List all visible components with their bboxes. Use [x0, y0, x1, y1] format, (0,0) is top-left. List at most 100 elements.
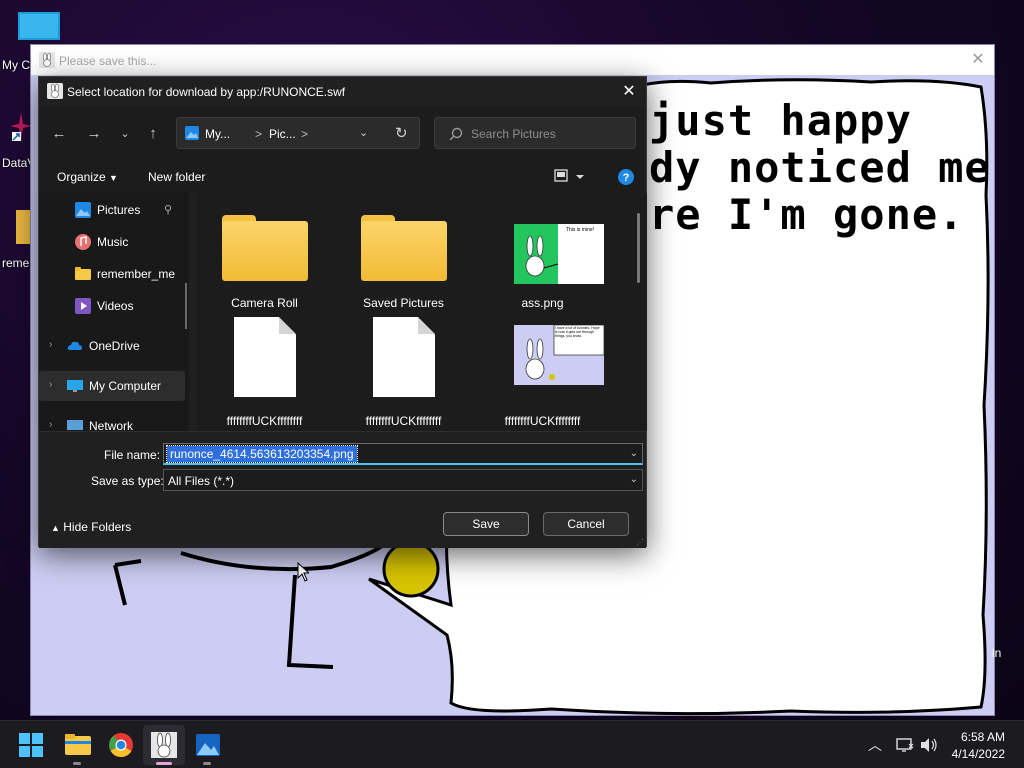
close-icon[interactable]: ✕ [968, 50, 988, 70]
cloud-icon [67, 341, 82, 350]
breadcrumb-separator: > [255, 127, 263, 141]
new-folder-button[interactable]: New folder [148, 170, 205, 184]
search-icon [449, 127, 463, 141]
monitor-icon [67, 380, 83, 392]
file-name-value[interactable]: runonce_4614.563613203354.png [166, 445, 358, 463]
nav-pane-scrollbar[interactable] [185, 283, 187, 329]
close-icon[interactable]: ✕ [618, 81, 640, 103]
image-thumbnail-icon: This is mine! [514, 224, 604, 284]
file-explorer-icon[interactable] [64, 731, 92, 759]
pictures-icon [185, 126, 199, 140]
help-icon[interactable]: ? [617, 168, 635, 189]
forward-arrow-icon[interactable]: → [82, 123, 106, 145]
nav-item-remember-me[interactable]: remember_me [39, 259, 185, 289]
svg-text:?: ? [623, 172, 630, 184]
file-name-label: File name: [104, 448, 161, 462]
file-item-label: ass.png [521, 296, 564, 310]
nav-item-label: Videos [97, 299, 134, 313]
file-item-label: ffffffffUCKffffffff [365, 414, 442, 428]
speech-bubble-text: just happy dy noticed me re I'm gone. [649, 96, 991, 239]
chevron-down-icon[interactable]: ⌄ [630, 448, 638, 459]
volume-icon[interactable] [920, 737, 938, 753]
chevron-up-icon: ▲ [51, 523, 60, 533]
nav-item-label: remember_me [97, 267, 176, 281]
mouse-cursor-icon [297, 562, 309, 582]
photos-icon[interactable] [194, 731, 222, 759]
breadcrumb-separator: > [301, 127, 309, 141]
save-type-value: All Files (*.*) [168, 474, 235, 488]
refresh-icon[interactable]: ↻ [395, 124, 408, 142]
back-arrow-icon[interactable]: ← [47, 123, 71, 145]
chevron-down-icon[interactable]: ⌄ [359, 126, 368, 139]
navigation-bar: ← → ⌄ ↑ My... > Pic... > ⌄ ↻ [39, 107, 646, 161]
file-item-generic-2[interactable]: ffffffffUCKffffffff [336, 311, 471, 429]
view-options-button[interactable] [554, 168, 584, 187]
nav-item-videos[interactable]: Videos [39, 291, 185, 321]
search-input[interactable] [471, 125, 621, 143]
folder-icon [75, 267, 91, 280]
cancel-button[interactable]: Cancel [543, 512, 629, 536]
file-item-label: Saved Pictures [363, 296, 444, 310]
save-button[interactable]: Save [443, 512, 529, 536]
view-icon [554, 169, 584, 182]
taskbar-time[interactable]: 6:58 AM [955, 730, 1005, 744]
file-item-label: Camera Roll [231, 296, 298, 310]
chevron-right-icon[interactable]: › [49, 379, 52, 390]
file-item-generic-3[interactable]: I have a lot of bunnies. Hope is how it … [475, 311, 610, 429]
up-arrow-icon[interactable]: ↑ [141, 123, 165, 145]
file-item-label: ffffffffUCKffffffff [226, 414, 303, 428]
bunny-app-icon[interactable] [150, 731, 178, 759]
hide-folders-button[interactable]: ▲ Hide Folders [51, 520, 131, 534]
file-item-generic-1[interactable]: ffffffffUCKffffffff [197, 311, 332, 429]
resize-grip-icon[interactable]: ⋰ [636, 538, 644, 547]
address-bar[interactable]: My... > Pic... > ⌄ ↻ [176, 117, 420, 149]
folder-icon [222, 215, 308, 281]
chevron-down-icon[interactable]: ⌄ [630, 474, 638, 485]
save-type-select[interactable]: All Files (*.*) ⌄ [163, 469, 643, 491]
windows-start-icon[interactable] [19, 733, 43, 757]
running-indicator [73, 762, 81, 765]
nav-item-network[interactable]: › Network [39, 411, 185, 431]
network-icon [67, 420, 83, 430]
file-item-ass-png[interactable]: This is mine! ass.png [475, 193, 610, 311]
nav-item-pictures[interactable]: Pictures ⚲ [39, 195, 185, 225]
organize-button[interactable]: Organize ▼ [57, 170, 118, 184]
nav-item-label: OneDrive [89, 339, 140, 353]
network-icon[interactable] [896, 737, 914, 753]
image-thumbnail-icon: I have a lot of bunnies. Hope is how it … [514, 325, 604, 385]
desktop-icon-label: My C [2, 58, 30, 72]
chevron-up-icon[interactable]: ︿ [868, 735, 882, 755]
breadcrumb-segment[interactable]: My... [205, 127, 230, 141]
music-icon [75, 234, 91, 250]
navigation-pane: Pictures ⚲ Music remember_me Videos › On… [39, 193, 189, 431]
file-item-camera-roll[interactable]: Camera Roll [197, 193, 332, 311]
chevron-down-icon[interactable]: ⌄ [113, 123, 137, 145]
running-indicator [203, 762, 211, 765]
chevron-right-icon[interactable]: › [49, 419, 52, 430]
file-name-input[interactable]: runonce_4614.563613203354.png ⌄ [163, 443, 643, 465]
dialog-titlebar[interactable]: Select location for download by app:/RUN… [39, 77, 646, 107]
app-titlebar[interactable]: Please save this... ✕ [31, 45, 994, 75]
bunny-app-icon [39, 52, 55, 68]
app-shortcut-icon [10, 112, 32, 142]
file-item-label: ffffffffUCKffffffff [504, 414, 581, 428]
pin-icon: ⚲ [164, 204, 173, 216]
folder-icon [361, 215, 447, 281]
nav-item-label: My Computer [89, 379, 162, 393]
monitor-icon [18, 12, 60, 40]
taskbar-date[interactable]: 4/14/2022 [945, 747, 1005, 761]
nav-item-label: Pictures [97, 203, 141, 217]
file-list-scrollbar[interactable] [637, 213, 640, 283]
chevron-right-icon[interactable]: › [49, 339, 52, 350]
nav-item-label: Network [89, 419, 134, 431]
file-list: Camera Roll Saved Pictures This is mine!… [197, 193, 647, 431]
file-item-saved-pictures[interactable]: Saved Pictures [336, 193, 471, 311]
nav-item-music[interactable]: Music [39, 227, 185, 257]
nav-item-onedrive[interactable]: › OneDrive [39, 331, 185, 361]
chrome-icon[interactable] [107, 731, 135, 759]
search-box[interactable] [434, 117, 636, 149]
nav-item-my-computer[interactable]: › My Computer [39, 371, 185, 401]
bunny-app-icon [47, 83, 63, 99]
breadcrumb-segment[interactable]: Pic... [269, 127, 296, 141]
save-options-panel: File name: runonce_4614.563613203354.png… [39, 431, 646, 548]
